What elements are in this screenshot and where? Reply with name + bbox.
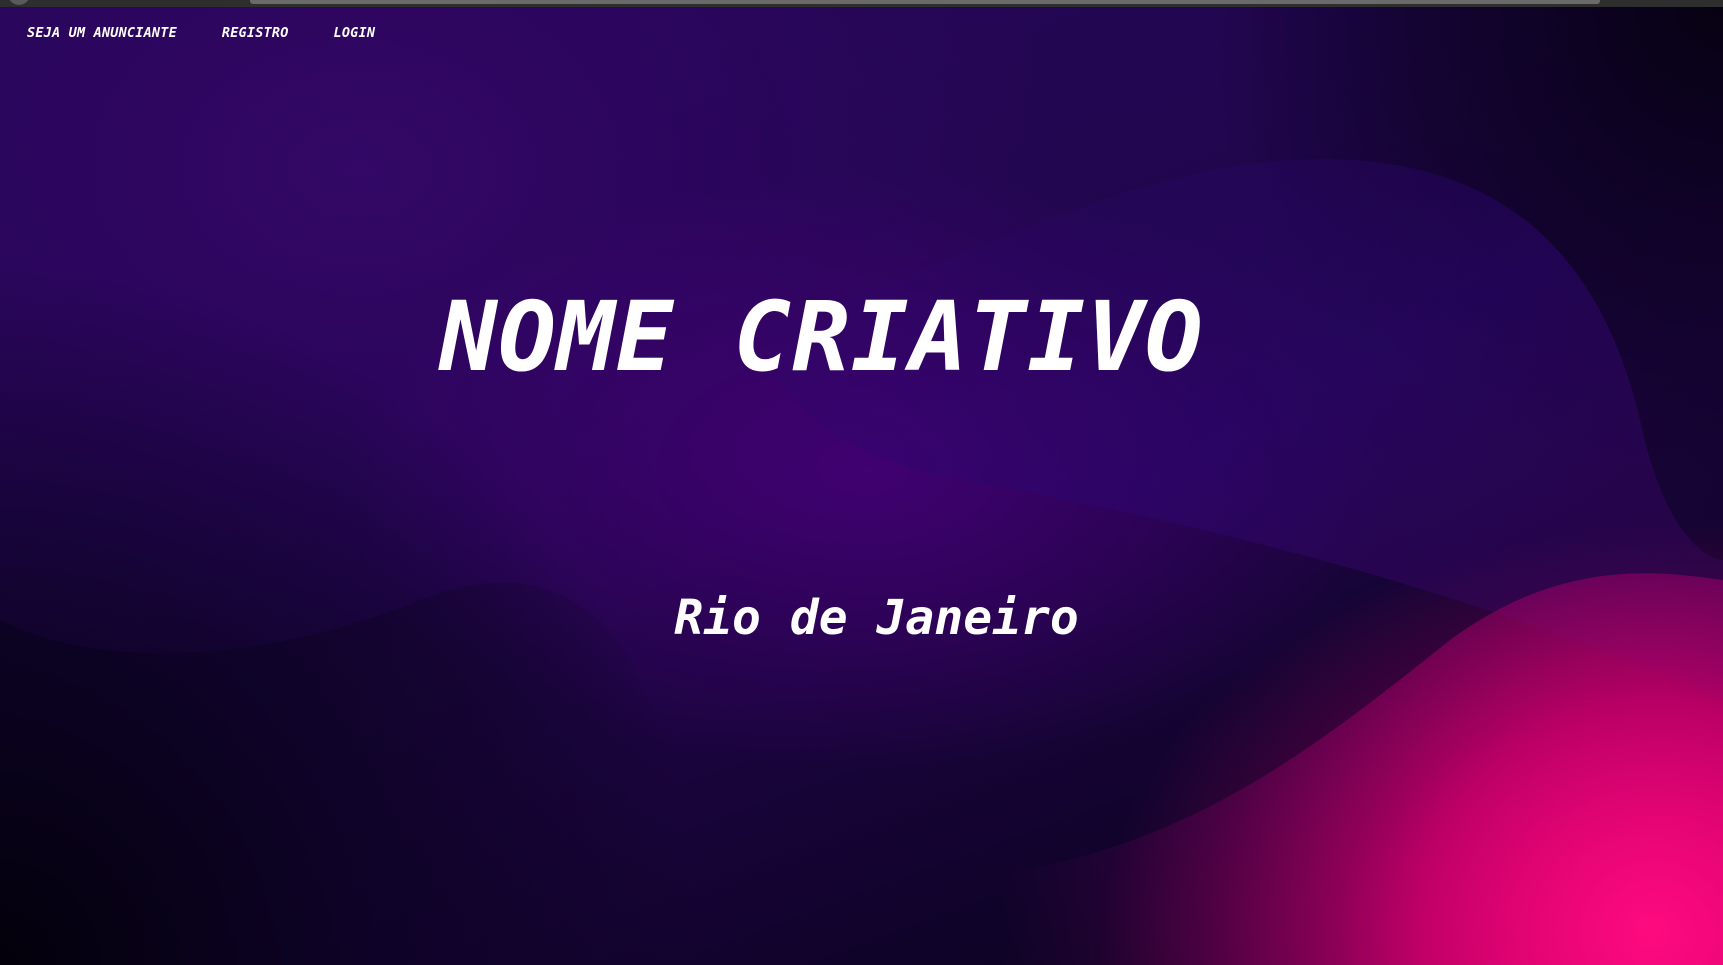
top-strip-scrollbar[interactable] — [250, 0, 1600, 4]
background-waves — [0, 0, 1723, 965]
top-nav: SEJA UM ANUNCIANTE REGISTRO LOGIN — [27, 25, 375, 41]
hero-title: NOME CRIATIVO — [439, 281, 1204, 393]
nav-link-register[interactable]: REGISTRO — [222, 25, 289, 41]
hero-subtitle: Rio de Janeiro — [674, 590, 1079, 646]
top-strip-knob — [8, 0, 30, 5]
nav-link-advertise[interactable]: SEJA UM ANUNCIANTE — [27, 25, 177, 41]
browser-top-strip — [0, 0, 1723, 7]
nav-link-login[interactable]: LOGIN — [334, 25, 376, 41]
landing-page: SEJA UM ANUNCIANTE REGISTRO LOGIN NOME C… — [0, 0, 1723, 965]
